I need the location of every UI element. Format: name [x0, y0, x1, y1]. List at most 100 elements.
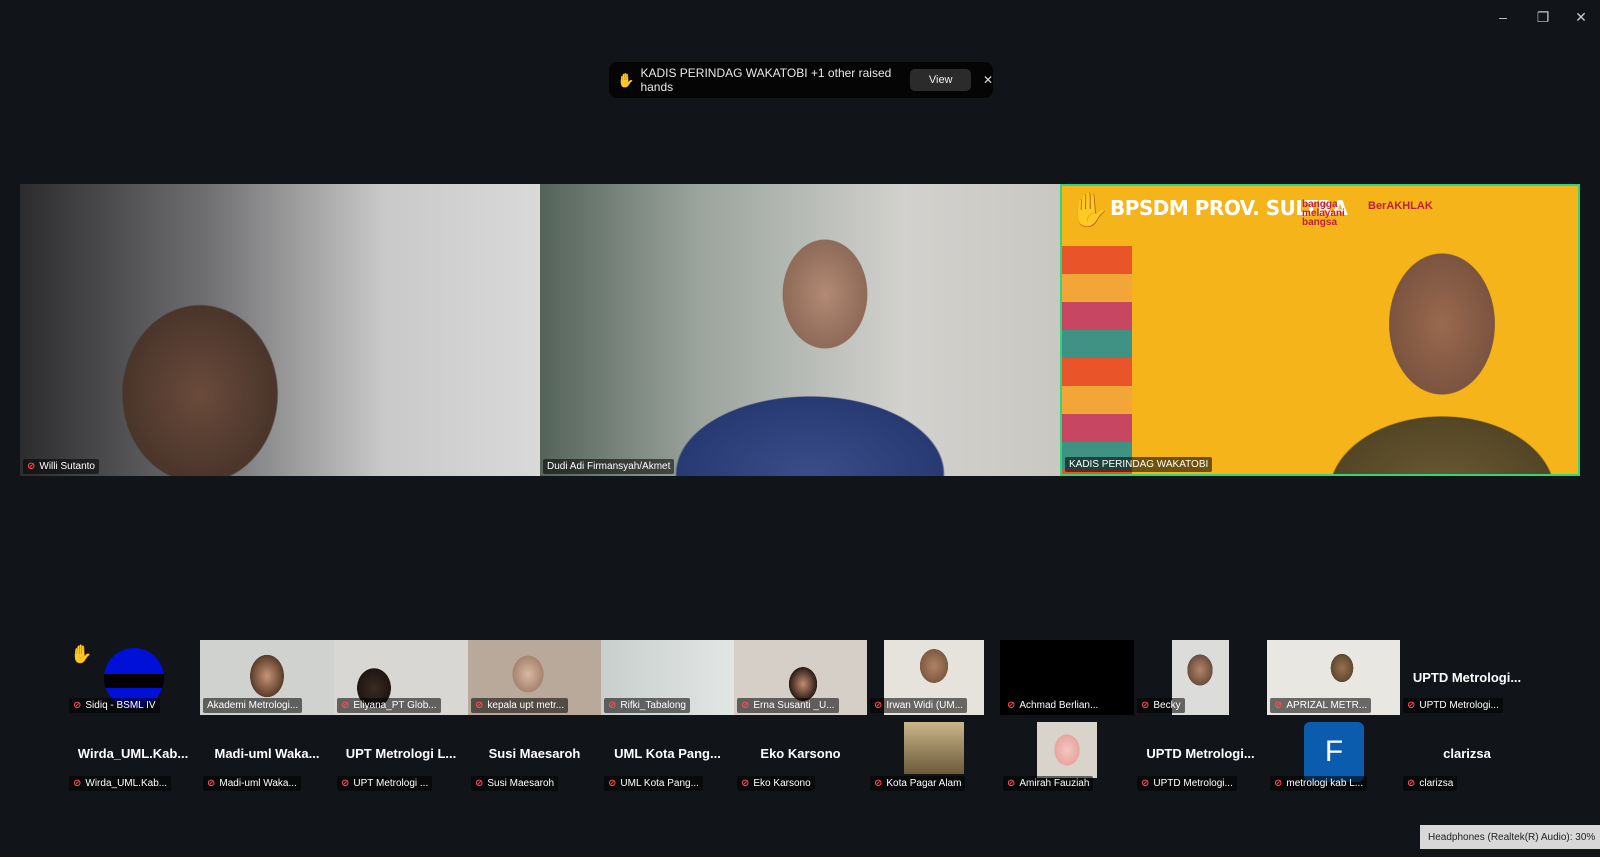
participant-display-name: UPT Metrologi L... [345, 746, 457, 761]
participant-name-tag: Akademi Metrologi... [203, 698, 303, 713]
participant-tile[interactable]: Madi-uml Waka... ⊘ Madi-uml Waka... [200, 718, 334, 793]
mic-muted-icon: ⊘ [1407, 700, 1416, 711]
participant-name-tag: ⊘ clarizsa [1403, 776, 1458, 791]
participant-name-tag: ⊘ Eliyana_PT Glob... [337, 698, 441, 713]
mic-muted-icon: ⊘ [1407, 778, 1416, 789]
participant-tile[interactable]: ⊘ Achmad Berlian... [1000, 640, 1134, 715]
participant-display-name: clarizsa [1443, 746, 1491, 761]
mic-muted-icon: ⊘ [341, 700, 350, 711]
video-tile-willi[interactable]: ⊘ Willi Sutanto [20, 184, 540, 476]
participant-name-tag: ⊘ Madi-uml Waka... [203, 776, 301, 791]
mic-muted-icon: ⊘ [341, 778, 350, 789]
participant-name-tag: ⊘ Amirah Fauziah [1003, 776, 1094, 791]
participant-display-name: Wirda_UML.Kab... [77, 746, 189, 761]
participant-name-tag: ⊘ UPTD Metrologi... [1137, 776, 1237, 791]
participant-name-tag: ⊘ Wirda_UML.Kab... [69, 776, 172, 791]
raised-hand-icon: ✋ [1068, 191, 1111, 229]
view-raised-hands-button[interactable]: View [910, 69, 971, 91]
background-logo: BerAKHLAK [1368, 200, 1433, 212]
participant-tile[interactable]: ⊘ Becky [1134, 640, 1267, 715]
participant-display-name: UPTD Metrologi... [1146, 746, 1255, 761]
restore-button[interactable]: ❐ [1528, 6, 1558, 28]
mic-muted-icon: ⊘ [1007, 700, 1016, 711]
mic-muted-icon: ⊘ [874, 700, 883, 711]
mic-muted-icon: ⊘ [475, 778, 484, 789]
avatar: F [1304, 722, 1364, 782]
participant-tile[interactable]: Wirda_UML.Kab... ⊘ Wirda_UML.Kab... [66, 718, 200, 793]
participant-display-name: Susi Maesaroh [488, 746, 581, 761]
mic-muted-icon: ⊘ [1141, 700, 1150, 711]
participant-name-tag: ⊘ Becky [1137, 698, 1185, 713]
background-logo: bangga melayani bangsa [1302, 199, 1345, 228]
video-tile-active-speaker[interactable]: BPSDM PROV. SULTRA bangga melayani bangs… [1060, 184, 1580, 476]
mic-muted-icon: ⊘ [73, 778, 82, 789]
participant-name-tag: Dudi Adi Firmansyah/Akmet [543, 459, 675, 474]
mic-muted-icon: ⊘ [741, 700, 750, 711]
participant-tile[interactable]: Akademi Metrologi... [200, 640, 334, 715]
close-window-button[interactable]: ✕ [1566, 6, 1596, 28]
mic-muted-icon: ⊘ [608, 700, 617, 711]
participant-name-tag: ⊘ Kota Pagar Alam [870, 776, 966, 791]
participant-name-tag: ⊘ metrologi kab L... [1270, 776, 1368, 791]
participant-tile[interactable]: UPTD Metrologi... ⊘ UPTD Metrologi... [1400, 640, 1534, 715]
background-decoration [1062, 246, 1132, 474]
participant-tile[interactable]: ⊘ Eliyana_PT Glob... [334, 640, 468, 715]
participant-tile[interactable]: ⊘ Irwan Widi (UM... [867, 640, 1000, 715]
video-tile-dudi[interactable]: Dudi Adi Firmansyah/Akmet [540, 184, 1060, 476]
participant-tile[interactable]: clarizsa ⊘ clarizsa [1400, 718, 1534, 793]
mic-muted-icon: ⊘ [1274, 778, 1283, 789]
participant-tile[interactable]: ⊘ APRIZAL METR... [1267, 640, 1400, 715]
participant-tile[interactable]: ⊘ kepala upt metr... [468, 640, 601, 715]
participant-tile[interactable]: UPTD Metrologi... ⊘ UPTD Metrologi... [1134, 718, 1267, 793]
participant-display-name: Eko Karsono [760, 746, 841, 761]
mic-muted-icon: ⊘ [27, 461, 36, 472]
participant-tile[interactable]: Eko Karsono ⊘ Eko Karsono [734, 718, 867, 793]
participant-display-name: UML Kota Pang... [614, 746, 721, 761]
mic-muted-icon: ⊘ [874, 778, 883, 789]
close-banner-icon[interactable]: ✕ [983, 73, 993, 87]
mic-muted-icon: ⊘ [741, 778, 750, 789]
participant-video [1262, 204, 1578, 474]
participant-avatar-photo [904, 722, 964, 774]
mic-muted-icon: ⊘ [1274, 700, 1283, 711]
participant-tile[interactable]: UPT Metrologi L... ⊘ UPT Metrologi ... [334, 718, 468, 793]
audio-device-status: Headphones (Realtek(R) Audio): 30% [1420, 825, 1600, 849]
participant-display-name: UPTD Metrologi... [1412, 670, 1522, 685]
participant-name-tag: ⊘ UPTD Metrologi... [1403, 698, 1503, 713]
participant-tile[interactable]: ⊘ Erna Susanti _U... [734, 640, 867, 715]
participant-name-tag: ⊘ Rifki_Tabalong [604, 698, 690, 713]
participant-name-tag: KADIS PERINDAG WAKATOBI [1065, 457, 1213, 472]
raised-hand-icon: ✋ [617, 71, 635, 88]
participant-name-tag: ⊘ Sidiq - BSML IV [69, 698, 160, 713]
participant-name-tag: ⊘ Eko Karsono [737, 776, 815, 791]
participant-name-tag: ⊘ kepala upt metr... [471, 698, 569, 713]
participant-tile[interactable]: ⊘ Kota Pagar Alam [867, 718, 1000, 793]
mic-muted-icon: ⊘ [73, 700, 82, 711]
raised-hands-banner: ✋ KADIS PERINDAG WAKATOBI +1 other raise… [609, 62, 993, 98]
participant-name-tag: ⊘ Irwan Widi (UM... [870, 698, 968, 713]
mic-muted-icon: ⊘ [475, 700, 484, 711]
participant-name-tag: ⊘ Willi Sutanto [23, 459, 99, 474]
participant-tile[interactable]: F ⊘ metrologi kab L... [1267, 718, 1400, 793]
mic-muted-icon: ⊘ [608, 778, 617, 789]
minimize-button[interactable]: – [1488, 6, 1518, 28]
participant-name-tag: ⊘ Erna Susanti _U... [737, 698, 839, 713]
mic-muted-icon: ⊘ [1141, 778, 1150, 789]
participant-name-tag: ⊘ APRIZAL METR... [1270, 698, 1372, 713]
participant-tile[interactable]: UML Kota Pang... ⊘ UML Kota Pang... [601, 718, 734, 793]
mic-muted-icon: ⊘ [1007, 778, 1016, 789]
participant-name-tag: ⊘ Achmad Berlian... [1003, 698, 1103, 713]
participant-avatar-photo [1037, 722, 1097, 778]
participant-tile[interactable]: ⊘ Rifki_Tabalong [601, 640, 734, 715]
participant-tile[interactable]: Susi Maesaroh ⊘ Susi Maesaroh [468, 718, 601, 793]
participant-name-tag: ⊘ UPT Metrologi ... [337, 776, 433, 791]
raised-hand-icon: ✋ [70, 644, 93, 664]
participant-tile[interactable]: ⊘ Amirah Fauziah [1000, 718, 1134, 793]
title-bar: – ❐ ✕ [0, 0, 1600, 36]
mic-muted-icon: ⊘ [207, 778, 216, 789]
participant-display-name: Madi-uml Waka... [214, 746, 320, 761]
raised-hands-text: KADIS PERINDAG WAKATOBI +1 other raised … [640, 66, 892, 94]
participant-tile[interactable]: ✋ ⊘ Sidiq - BSML IV [66, 640, 200, 715]
participant-name-tag: ⊘ Susi Maesaroh [471, 776, 559, 791]
participant-name-tag: ⊘ UML Kota Pang... [604, 776, 703, 791]
